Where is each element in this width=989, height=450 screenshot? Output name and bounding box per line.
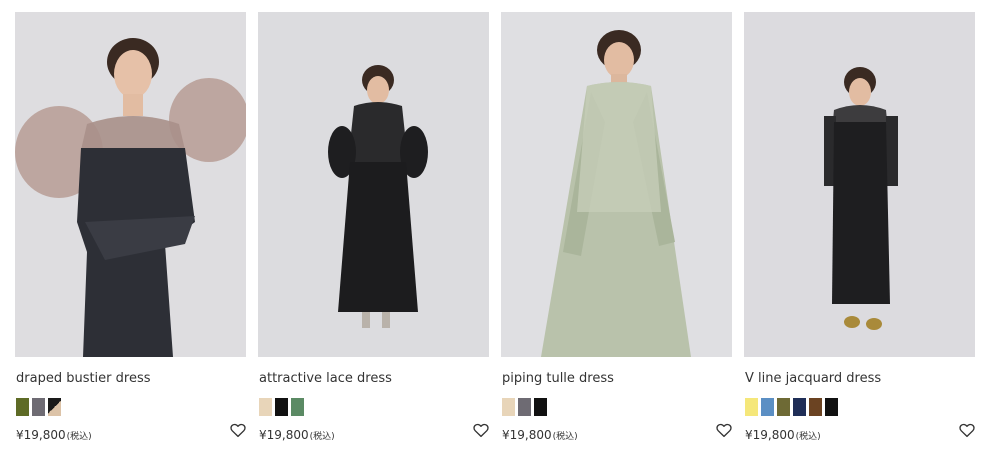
color-swatch[interactable]	[809, 398, 822, 416]
color-swatch[interactable]	[291, 398, 304, 416]
product-photo[interactable]	[501, 12, 732, 357]
color-swatches	[259, 398, 304, 416]
tax-label: (税込)	[309, 432, 335, 442]
color-swatch[interactable]	[534, 398, 547, 416]
color-swatch[interactable]	[777, 398, 790, 416]
color-swatch[interactable]	[32, 398, 45, 416]
color-swatch[interactable]	[825, 398, 838, 416]
heart-outline-icon[interactable]	[958, 421, 976, 439]
color-swatch[interactable]	[761, 398, 774, 416]
product-price: ¥19,800(税込)	[16, 428, 92, 442]
product-price: ¥19,800(税込)	[502, 428, 578, 442]
color-swatch[interactable]	[518, 398, 531, 416]
product-card[interactable]: V line jacquard dress ¥19,800(税込)	[744, 12, 975, 450]
model-photo-draped-bustier	[15, 12, 246, 357]
color-swatch[interactable]	[502, 398, 515, 416]
color-swatches	[16, 398, 61, 416]
color-swatch[interactable]	[275, 398, 288, 416]
color-swatches	[502, 398, 547, 416]
price-value: ¥19,800	[259, 428, 309, 442]
product-photo[interactable]	[258, 12, 489, 357]
tax-label: (税込)	[66, 432, 92, 442]
product-price: ¥19,800(税込)	[745, 428, 821, 442]
product-grid: draped bustier dress ¥19,800(税込) attract…	[0, 0, 989, 450]
tax-label: (税込)	[795, 432, 821, 442]
color-swatch[interactable]	[793, 398, 806, 416]
product-photo[interactable]	[744, 12, 975, 357]
price-value: ¥19,800	[745, 428, 795, 442]
color-swatch[interactable]	[48, 398, 61, 416]
color-swatches	[745, 398, 838, 416]
model-photo-piping-tulle	[501, 12, 732, 357]
product-price: ¥19,800(税込)	[259, 428, 335, 442]
heart-outline-icon[interactable]	[472, 421, 490, 439]
product-name[interactable]: piping tulle dress	[502, 371, 614, 386]
product-name[interactable]: attractive lace dress	[259, 371, 392, 386]
product-card[interactable]: attractive lace dress ¥19,800(税込)	[258, 12, 489, 450]
color-swatch[interactable]	[16, 398, 29, 416]
tax-label: (税込)	[552, 432, 578, 442]
color-swatch[interactable]	[745, 398, 758, 416]
color-swatch[interactable]	[259, 398, 272, 416]
product-card[interactable]: draped bustier dress ¥19,800(税込)	[15, 12, 246, 450]
heart-outline-icon[interactable]	[715, 421, 733, 439]
model-photo-v-line-jacquard	[744, 12, 975, 357]
product-name[interactable]: draped bustier dress	[16, 371, 151, 386]
product-photo[interactable]	[15, 12, 246, 357]
product-card[interactable]: piping tulle dress ¥19,800(税込)	[501, 12, 732, 450]
price-value: ¥19,800	[502, 428, 552, 442]
price-value: ¥19,800	[16, 428, 66, 442]
heart-outline-icon[interactable]	[229, 421, 247, 439]
product-name[interactable]: V line jacquard dress	[745, 371, 881, 386]
model-photo-attractive-lace	[258, 12, 489, 357]
